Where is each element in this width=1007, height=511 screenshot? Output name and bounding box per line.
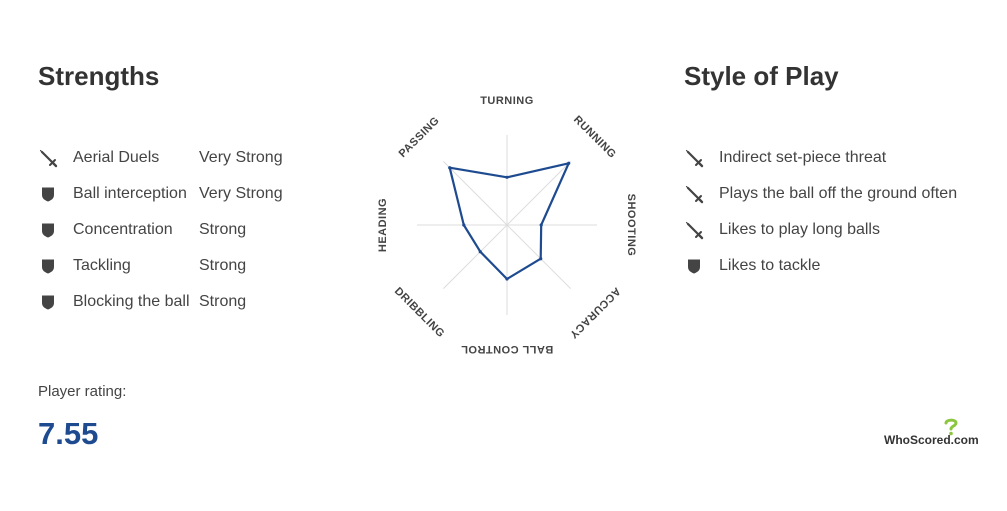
- style-item: Likes to play long balls: [684, 212, 994, 248]
- radar-axis-line: [506, 224, 571, 289]
- strengths-list: Aerial Duels Very Strong Ball interception…: [38, 140, 338, 320]
- sword-icon: [38, 148, 60, 168]
- shield-icon: [38, 256, 60, 276]
- radar-grid: [417, 135, 597, 315]
- radar-axis-label: DRIBBLING: [392, 285, 447, 340]
- whoscored-logo: WhoScored.com: [884, 418, 984, 450]
- radar-axis-label: BALL CONTROL: [461, 343, 554, 355]
- radar-data-point: [505, 277, 509, 281]
- radar-data-point: [539, 223, 543, 227]
- strengths-title: Strengths: [38, 61, 160, 91]
- style-item: Likes to tackle: [684, 248, 994, 284]
- style-of-play-title: Style of Play: [684, 61, 839, 91]
- strength-item: Concentration Strong: [38, 212, 338, 248]
- strength-level: Very Strong: [199, 185, 283, 202]
- sword-icon: [684, 148, 706, 168]
- shield-icon: [684, 256, 706, 276]
- strength-level: Strong: [199, 293, 247, 310]
- style-item: Plays the ball off the ground often: [684, 176, 994, 212]
- strength-level: Very Strong: [199, 149, 283, 166]
- style-label: Indirect set-piece threat: [719, 149, 887, 166]
- strength-level: Strong: [199, 257, 247, 274]
- style-label: Plays the ball off the ground often: [719, 185, 958, 202]
- brand-name: WhoScored.com: [884, 433, 979, 447]
- player-rating-label: Player rating:: [38, 383, 127, 400]
- style-label: Likes to play long balls: [719, 221, 880, 238]
- style-of-play-list: Indirect set-piece threat Plays the ball …: [684, 140, 994, 284]
- radar-data-point: [505, 175, 509, 179]
- strength-item: Blocking the ball Strong: [38, 284, 338, 320]
- radar-axis-label: TURNING: [480, 95, 534, 107]
- radar-axis-line: [443, 224, 508, 289]
- sword-icon: [684, 184, 706, 204]
- shield-icon: [38, 292, 60, 312]
- style-label: Likes to tackle: [719, 257, 821, 274]
- radar-data-point: [462, 223, 466, 227]
- radar-data-point: [539, 257, 543, 261]
- radar-chart: TURNING RUNNING SHOOTING ACCURACY BALL CONTR…: [377, 95, 637, 355]
- radar-data-point: [478, 250, 482, 254]
- radar-data-point: [448, 166, 452, 170]
- strength-level: Strong: [199, 221, 247, 238]
- shield-icon: [38, 184, 60, 204]
- strength-label: Tackling: [73, 257, 131, 274]
- radar-axis-label: HEADING: [377, 198, 389, 252]
- strength-label: Ball interception: [73, 185, 187, 202]
- radar-axis-label: PASSING: [397, 115, 442, 160]
- strength-label: Aerial Duels: [73, 149, 160, 166]
- strength-label: Blocking the ball: [73, 293, 190, 310]
- radar-axis-label: ACCURACY: [567, 285, 623, 341]
- strength-item: Ball interception Very Strong: [38, 176, 338, 212]
- strength-label: Concentration: [73, 221, 173, 238]
- radar-axis-label: SHOOTING: [625, 194, 637, 257]
- style-item: Indirect set-piece threat: [684, 140, 994, 176]
- shield-icon: [38, 220, 60, 240]
- strength-item: Tackling Strong: [38, 248, 338, 284]
- player-rating-value: 7.55: [38, 416, 99, 451]
- radar-data-point: [567, 161, 571, 165]
- sword-icon: [684, 220, 706, 240]
- radar-axis-label: RUNNING: [571, 114, 618, 161]
- question-mark-icon: [944, 418, 958, 436]
- strength-item: Aerial Duels Very Strong: [38, 140, 338, 176]
